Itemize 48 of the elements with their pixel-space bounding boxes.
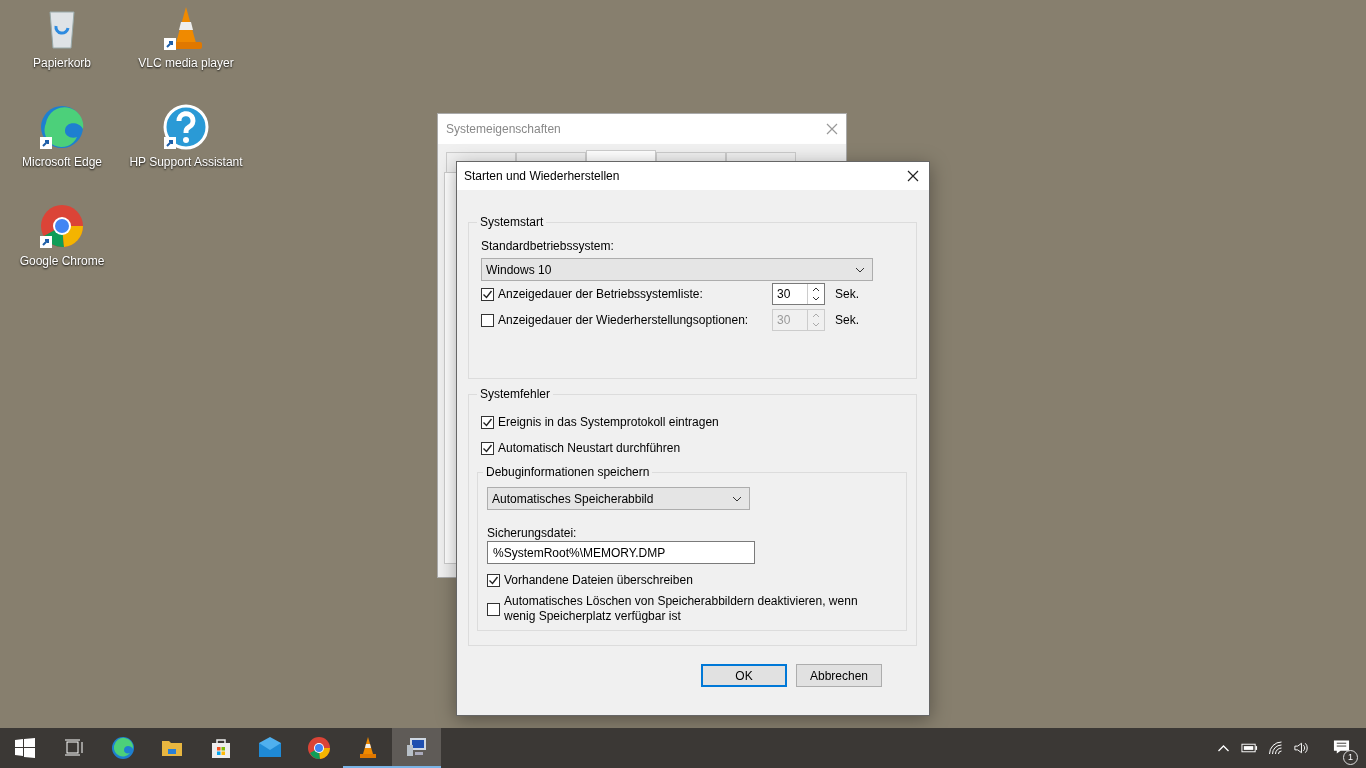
checkbox[interactable]	[481, 287, 494, 301]
checkbox[interactable]	[487, 602, 500, 616]
desktop-icon-label[interactable]: HP Support Assistant	[129, 155, 243, 169]
group-legend: Systemstart	[477, 215, 547, 229]
desktop-icon-label[interactable]: Microsoft Edge	[21, 155, 102, 169]
edge-icon[interactable]	[110, 736, 135, 760]
checkbox[interactable]	[487, 574, 500, 587]
close-icon[interactable]	[907, 170, 919, 182]
field-label: Sicherungsdatei:	[487, 526, 578, 540]
unit-label: Sek.	[835, 313, 859, 327]
file-path-field[interactable]: %SystemRoot%\MEMORY.DMP	[487, 541, 755, 564]
wifi-icon[interactable]	[1267, 740, 1284, 756]
checkbox[interactable]	[481, 415, 494, 429]
checkbox[interactable]	[481, 441, 494, 455]
checkbox-label[interactable]: Anzeigedauer der Wiederherstellungsoptionen:	[498, 313, 768, 327]
number-spinner[interactable]: 30	[772, 283, 825, 305]
checkbox-label[interactable]: Automatisches Löschen von Speicherabbildern deaktivieren, wenn wenig Speicherplatz verfügbar ist	[504, 594, 864, 624]
checkbox-label[interactable]: Ereignis in das Systemprotokoll eintragen	[498, 415, 719, 429]
question-mark-icon[interactable]	[162, 103, 210, 151]
desktop-icon-label[interactable]: VLC media player	[138, 56, 234, 70]
chrome-icon[interactable]	[38, 202, 86, 250]
monitor-icon[interactable]	[404, 735, 429, 759]
ok-button[interactable]: OK	[701, 664, 787, 687]
dump-type-dropdown[interactable]: Automatisches Speicherabbild	[487, 487, 750, 510]
notification-icon[interactable]	[1333, 738, 1350, 755]
desktop-icon-label[interactable]: Google Chrome	[19, 254, 105, 268]
checkbox-label[interactable]: Vorhandene Dateien überschreiben	[504, 573, 864, 588]
notification-count: 1	[1343, 749, 1358, 765]
checkbox[interactable]	[481, 313, 494, 327]
os-dropdown[interactable]: Windows 10	[481, 258, 873, 281]
checkbox-label[interactable]: Automatisch Neustart durchführen	[498, 441, 681, 455]
dialog-title: Starten und Wiederherstellen	[464, 169, 620, 183]
unit-label: Sek.	[835, 287, 859, 301]
group-legend: Debuginformationen speichern	[483, 465, 653, 479]
edge-icon[interactable]	[38, 103, 86, 151]
speaker-icon[interactable]	[1293, 740, 1310, 756]
window-title: Systemeigenschaften	[446, 122, 561, 136]
checkbox-label[interactable]: Anzeigedauer der Betriebssystemliste:	[498, 287, 768, 301]
chrome-icon[interactable]	[306, 736, 331, 760]
field-label: Standardbetriebssystem:	[481, 239, 615, 253]
group-legend: Systemfehler	[477, 387, 554, 401]
chevron-down-icon[interactable]	[732, 496, 742, 502]
envelope-icon[interactable]	[257, 736, 282, 760]
desktop-icon-label[interactable]: Papierkorb	[33, 56, 91, 70]
windows-logo-icon[interactable]	[12, 736, 37, 760]
chevron-down-icon[interactable]	[855, 267, 865, 273]
cancel-button[interactable]: Abbrechen	[796, 664, 882, 687]
taskbar-app-button[interactable]	[392, 728, 441, 768]
